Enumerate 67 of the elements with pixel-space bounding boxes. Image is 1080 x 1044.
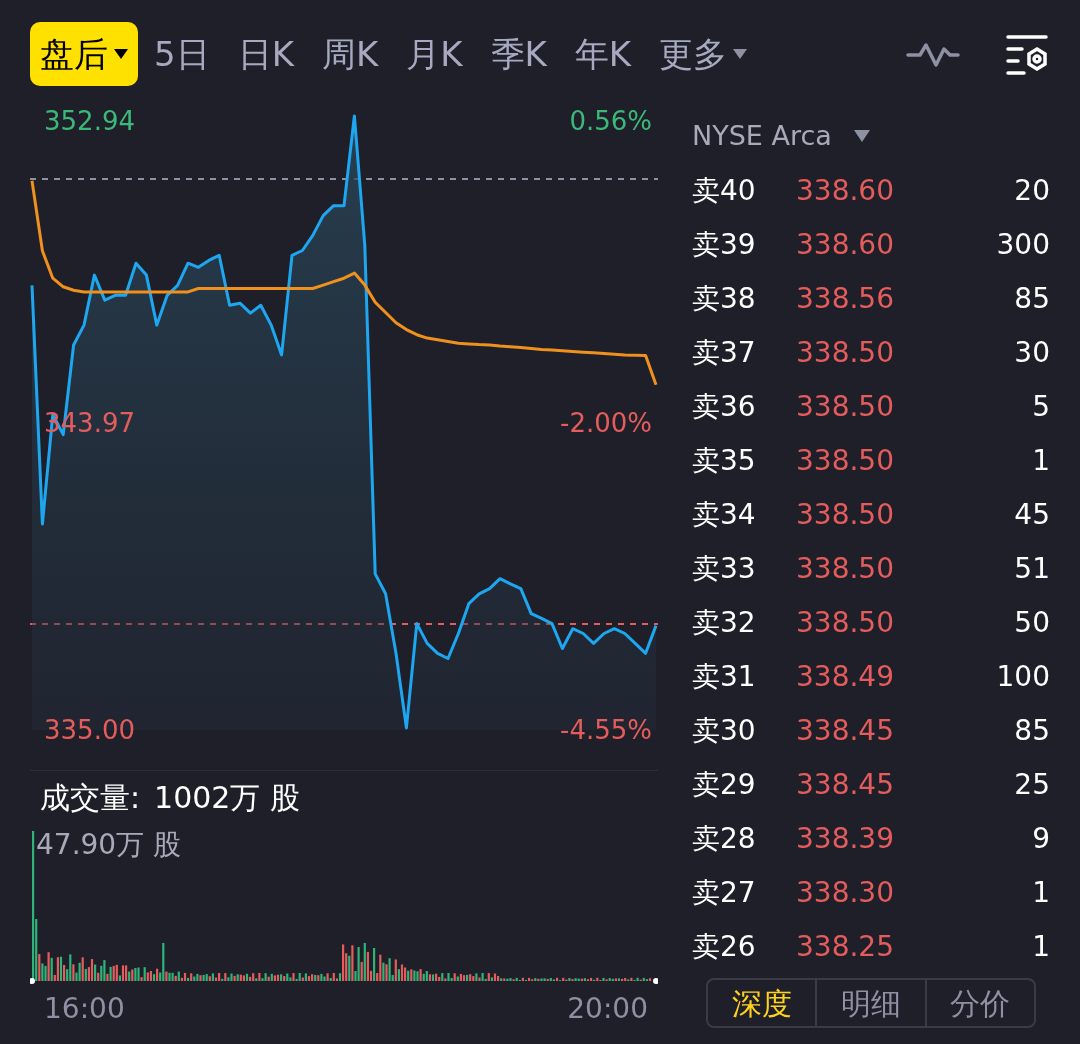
ask-price: 338.60 xyxy=(796,227,894,263)
ask-size: 50 xyxy=(1014,605,1050,641)
ask-level: 卖37 xyxy=(692,335,757,371)
ask-level: 卖27 xyxy=(692,875,757,911)
period-tab[interactable]: 日K xyxy=(225,22,306,86)
start-time-label: 16:00 xyxy=(44,995,125,1023)
ask-size: 1 xyxy=(1032,443,1050,479)
ask-size: 9 xyxy=(1032,821,1050,857)
ask-level: 卖26 xyxy=(692,929,757,965)
ask-level: 卖40 xyxy=(692,173,757,209)
volume-label: 成交量: xyxy=(40,783,141,813)
period-tab[interactable]: 月K xyxy=(394,22,475,86)
ask-size: 300 xyxy=(996,227,1050,263)
detail-tab[interactable]: 明细 xyxy=(815,980,925,1026)
ask-level: 卖32 xyxy=(692,605,757,641)
ask-level: 卖34 xyxy=(692,497,757,533)
ask-level: 卖39 xyxy=(692,227,757,263)
ask-price: 338.39 xyxy=(796,821,894,857)
ask-level: 卖33 xyxy=(692,551,757,587)
price-axis-label: 352.94 xyxy=(44,108,135,134)
exchange-label: NYSE Arca xyxy=(692,118,832,153)
ask-price: 338.49 xyxy=(796,659,894,695)
ask-price: 338.50 xyxy=(796,605,894,641)
end-time-label: 20:00 xyxy=(567,995,648,1023)
period-tab[interactable]: 年K xyxy=(562,22,644,86)
ask-level: 卖30 xyxy=(692,713,757,749)
ask-size: 25 xyxy=(1014,767,1050,803)
ask-size: 45 xyxy=(1014,497,1050,533)
period-tab[interactable]: 周K xyxy=(309,22,391,86)
change-axis-label: -4.55% xyxy=(560,717,652,743)
ask-price: 338.45 xyxy=(796,713,894,749)
period-tab[interactable]: 季K xyxy=(478,22,559,86)
ask-price: 338.50 xyxy=(796,443,894,479)
ask-price: 338.50 xyxy=(796,335,894,371)
ask-size: 1 xyxy=(1032,875,1050,911)
ask-size: 5 xyxy=(1032,389,1050,425)
ask-size: 100 xyxy=(996,659,1050,695)
ask-size: 20 xyxy=(1014,173,1050,209)
ask-price: 338.30 xyxy=(796,875,894,911)
ask-size: 85 xyxy=(1014,713,1050,749)
ask-level: 卖31 xyxy=(692,659,757,695)
period-tab[interactable]: 5日 xyxy=(142,22,222,86)
ask-level: 卖28 xyxy=(692,821,757,857)
volume-total: 1002万 股 xyxy=(154,783,300,813)
ask-price: 338.50 xyxy=(796,389,894,425)
ask-price: 338.50 xyxy=(796,497,894,533)
ask-size: 85 xyxy=(1014,281,1050,317)
detail-tab[interactable]: 分价 xyxy=(924,980,1034,1026)
period-tab-selected[interactable]: 盘后 xyxy=(30,22,138,86)
change-axis-label: -2.00% xyxy=(560,410,652,436)
ask-price: 338.56 xyxy=(796,281,894,317)
ask-price: 338.45 xyxy=(796,767,894,803)
change-axis-label: 0.56% xyxy=(569,108,652,134)
max-volume-label: 47.90万 股 xyxy=(36,831,182,859)
ask-size: 1 xyxy=(1032,929,1050,965)
ask-level: 卖36 xyxy=(692,389,757,425)
period-tab[interactable]: 更多 xyxy=(647,22,760,86)
ask-price: 338.50 xyxy=(796,551,894,587)
price-axis-label: 335.00 xyxy=(44,717,135,743)
ask-size: 51 xyxy=(1014,551,1050,587)
ask-level: 卖35 xyxy=(692,443,757,479)
ask-level: 卖38 xyxy=(692,281,757,317)
ask-size: 30 xyxy=(1014,335,1050,371)
ask-price: 338.60 xyxy=(796,173,894,209)
ask-price: 338.25 xyxy=(796,929,894,965)
detail-tab[interactable]: 深度 xyxy=(708,980,816,1026)
ask-level: 卖29 xyxy=(692,767,757,803)
